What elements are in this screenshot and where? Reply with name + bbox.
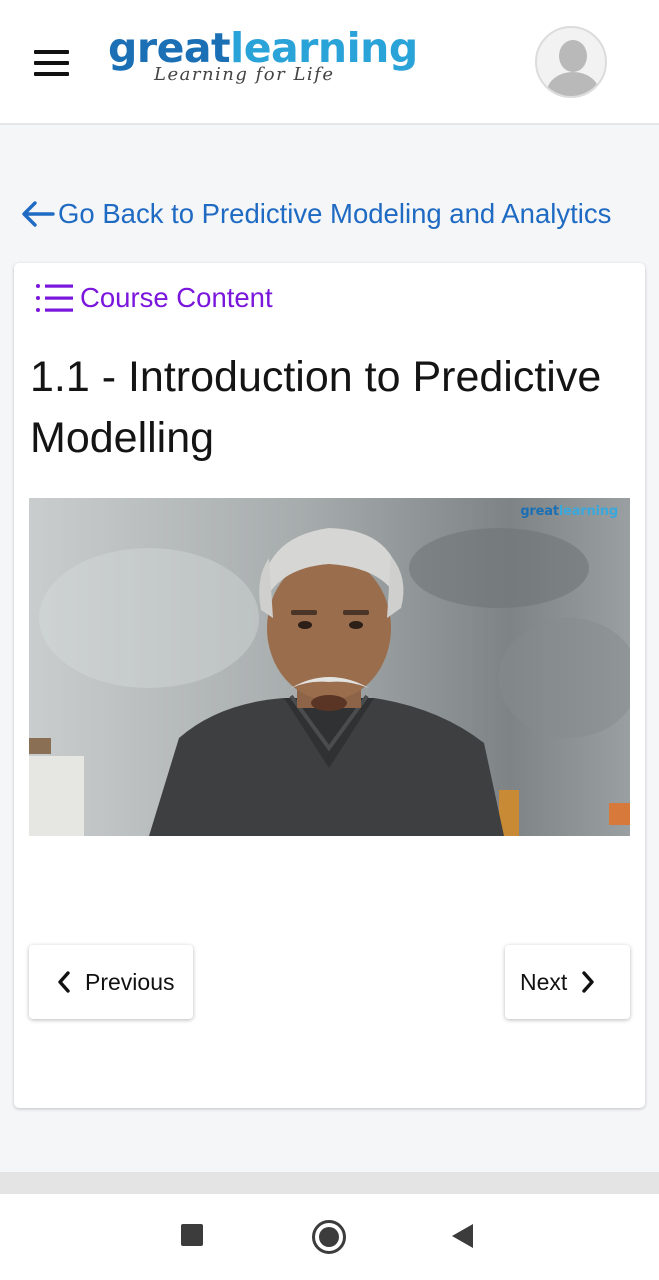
lesson-title: 1.1 - Introduction to Predictive Modelli… xyxy=(30,353,602,462)
video-frame xyxy=(29,498,630,836)
chevron-right-icon xyxy=(582,971,594,993)
system-navigation-bar xyxy=(0,1194,659,1280)
home-circle-icon[interactable] xyxy=(312,1220,346,1254)
next-button[interactable]: Next xyxy=(505,945,630,1019)
previous-label: Previous xyxy=(85,968,175,995)
hamburger-menu-icon[interactable] xyxy=(34,50,69,76)
previous-button[interactable]: Previous xyxy=(29,945,193,1019)
next-label: Next xyxy=(520,968,568,995)
course-content-button[interactable]: Course Content xyxy=(34,280,273,316)
video-player[interactable]: greatlearning xyxy=(29,498,630,836)
back-triangle-icon[interactable] xyxy=(452,1224,473,1248)
chevron-left-icon xyxy=(58,971,70,993)
go-back-label: Go Back to Predictive Modeling and Analy… xyxy=(58,198,612,229)
go-back-link[interactable]: Go Back to Predictive Modeling and Analy… xyxy=(20,196,611,232)
greatlearning-logo[interactable]: greatlearning Learning for Life xyxy=(108,26,418,90)
list-icon xyxy=(36,284,73,312)
user-avatar-icon[interactable] xyxy=(535,26,607,98)
video-watermark-learning: learning xyxy=(558,504,618,519)
app-header: greatlearning Learning for Life xyxy=(0,0,659,125)
arrow-left-icon xyxy=(22,201,55,227)
logo-tagline: Learning for Life xyxy=(154,64,335,85)
video-watermark: greatlearning xyxy=(520,504,618,519)
video-watermark-great: great xyxy=(520,504,559,519)
course-content-label: Course Content xyxy=(80,282,273,313)
recent-apps-square-icon[interactable] xyxy=(181,1224,203,1246)
bottom-divider-strip xyxy=(0,1172,659,1194)
lesson-card: Course Content 1.1 - Introduction to Pre… xyxy=(14,263,645,1108)
